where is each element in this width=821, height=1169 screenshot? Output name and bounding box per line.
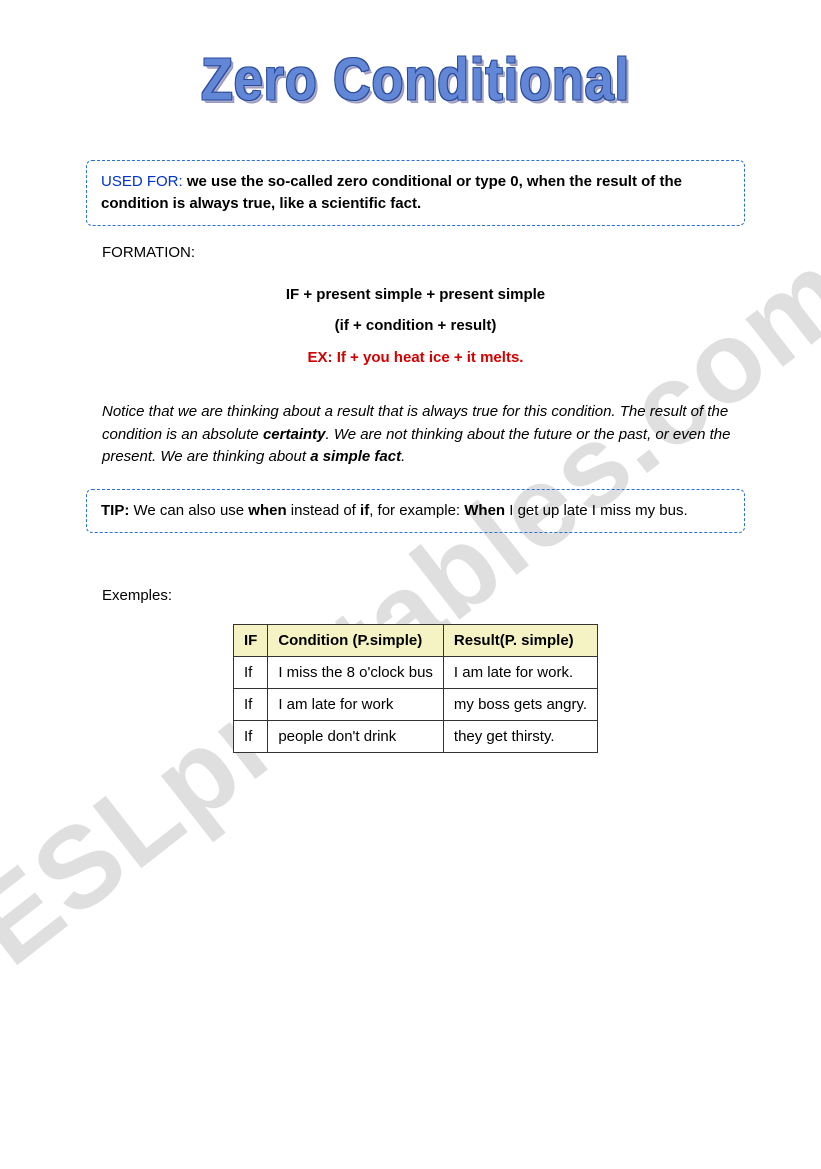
used-for-box: USED FOR: we use the so-called zero cond… <box>86 160 745 226</box>
formation-formula: IF + present simple + present simple <box>80 279 751 311</box>
table-cell: I am late for work. <box>443 657 597 689</box>
examples-table: IF Condition (P.simple) Result(P. simple… <box>233 624 598 753</box>
table-cell: I am late for work <box>268 689 444 721</box>
table-row: If I am late for work my boss gets angry… <box>233 689 597 721</box>
table-cell: If <box>233 721 267 753</box>
tip-when-1: when <box>248 502 286 519</box>
tip-when-2: When <box>464 502 505 519</box>
table-cell: people don't drink <box>268 721 444 753</box>
notice-paragraph: Notice that we are thinking about a resu… <box>102 401 735 469</box>
tip-text-1: We can also use <box>129 502 248 519</box>
table-cell: they get thirsty. <box>443 721 597 753</box>
tip-box: TIP: We can also use when instead of if,… <box>86 489 745 534</box>
table-row: If people don't drink they get thirsty. <box>233 721 597 753</box>
formation-example: EX: If + you heat ice + it melts. <box>80 342 751 374</box>
examples-label: Exemples: <box>102 587 751 604</box>
tip-text-4: I get up late I miss my bus. <box>505 502 688 519</box>
tip-if: if <box>360 502 369 519</box>
formation-paren: (if + condition + result) <box>80 310 751 342</box>
table-header-result: Result(P. simple) <box>443 625 597 657</box>
tip-text-3: , for example: <box>369 502 464 519</box>
table-cell: If <box>233 657 267 689</box>
notice-fact: a simple fact <box>310 448 401 465</box>
notice-certainty: certainty <box>263 426 326 443</box>
table-cell: my boss gets angry. <box>443 689 597 721</box>
document-page: Zero Conditional USED FOR: we use the so… <box>0 0 821 793</box>
formation-label: FORMATION: <box>102 244 751 261</box>
used-for-text: we use the so-called zero conditional or… <box>101 173 682 212</box>
table-cell: If <box>233 689 267 721</box>
title-container: Zero Conditional <box>80 50 751 110</box>
table-header-if: IF <box>233 625 267 657</box>
used-for-label: USED FOR: <box>101 173 183 190</box>
table-header-row: IF Condition (P.simple) Result(P. simple… <box>233 625 597 657</box>
tip-label: TIP: <box>101 502 129 519</box>
formation-block: IF + present simple + present simple (if… <box>80 279 751 374</box>
table-cell: I miss the 8 o'clock bus <box>268 657 444 689</box>
page-title: Zero Conditional <box>201 46 630 115</box>
table-row: If I miss the 8 o'clock bus I am late fo… <box>233 657 597 689</box>
table-header-condition: Condition (P.simple) <box>268 625 444 657</box>
tip-text-2: instead of <box>287 502 360 519</box>
notice-text-3: . <box>401 448 405 465</box>
